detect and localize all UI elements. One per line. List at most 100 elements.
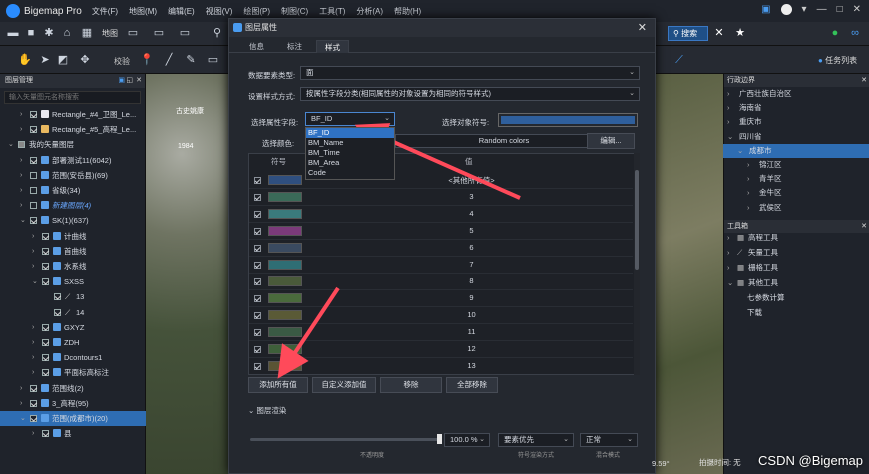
open-folder-icon[interactable]: ▬	[6, 26, 20, 40]
chevron-right-icon[interactable]: ›	[20, 107, 22, 122]
chevron-right-icon[interactable]: ›	[32, 244, 34, 259]
chevron-right-icon[interactable]: ›	[32, 426, 34, 441]
task-list-button[interactable]: ● 任务列表	[818, 55, 857, 66]
hand-icon[interactable]: ✋	[18, 53, 32, 67]
tile-icon[interactable]: ▭	[178, 26, 192, 40]
image-icon[interactable]: ▭	[152, 26, 166, 40]
table-row[interactable]: 3	[249, 189, 633, 206]
move-icon[interactable]: ✥	[78, 53, 92, 67]
layer-tree-item[interactable]: › 首曲线	[0, 244, 146, 259]
custom-add-button[interactable]: 自定义添加值	[312, 377, 376, 393]
home-icon[interactable]: ⌂	[60, 26, 74, 40]
chevron-right-icon[interactable]: ›	[20, 396, 22, 411]
toolbox-item[interactable]: › ⟋ 矢量工具	[723, 246, 869, 260]
table-row[interactable]: 8	[249, 273, 633, 291]
table-row[interactable]: 10	[249, 307, 633, 325]
layer-panel-float-icon[interactable]: ◱	[126, 74, 133, 88]
layer-visibility-checkbox[interactable]	[42, 323, 49, 331]
layer-tree-item[interactable]: › ZDH	[0, 335, 146, 350]
close-search-icon[interactable]: ✕	[712, 26, 726, 40]
layer-visibility-checkbox[interactable]	[30, 111, 37, 118]
chevron-right-icon[interactable]: ›	[32, 350, 34, 365]
row-checkbox[interactable]	[254, 346, 261, 353]
row-symbol-swatch[interactable]	[268, 225, 302, 236]
settings-icon[interactable]: ▾	[802, 4, 807, 15]
tab-label[interactable]: 标注	[279, 40, 310, 53]
layer-visibility-checkbox[interactable]	[42, 278, 49, 286]
layer-tree-item[interactable]: ⌄ 我的矢量图层	[0, 137, 146, 152]
layer-panel-close-icon[interactable]: ✕	[136, 74, 142, 88]
table-row[interactable]: 13	[249, 358, 633, 374]
layer-visibility-checkbox[interactable]	[30, 171, 37, 179]
menu-view[interactable]: 视图(V)	[206, 6, 233, 17]
row-checkbox[interactable]	[254, 295, 261, 303]
star-icon[interactable]: ★	[733, 26, 747, 40]
layer-tree-item[interactable]: ⟋ 13	[0, 289, 146, 304]
field-option[interactable]: BM_Name	[306, 138, 394, 148]
chevron-right-icon[interactable]: ›	[747, 201, 750, 215]
avatar[interactable]	[780, 4, 792, 15]
layer-visibility-checkbox[interactable]	[30, 217, 37, 225]
toolbox-item[interactable]: 下载	[723, 306, 869, 320]
layer-visibility-checkbox[interactable]	[30, 126, 37, 134]
grid-icon[interactable]: ▦	[80, 26, 94, 40]
field-option[interactable]: BF_ID	[306, 128, 394, 138]
menu-edit[interactable]: 编辑(E)	[168, 6, 195, 17]
tab-info[interactable]: 信息	[241, 40, 272, 53]
layer-tree-item[interactable]: ⟋ 14	[0, 305, 146, 320]
row-checkbox[interactable]	[254, 312, 261, 320]
row-symbol-swatch[interactable]	[268, 175, 302, 185]
marker-icon[interactable]: 📍	[140, 53, 154, 67]
remove-button[interactable]: 移除	[380, 377, 442, 393]
pointer-icon[interactable]: ➤	[38, 53, 52, 67]
layer-tree-item[interactable]: › 新建图层(4)	[0, 198, 146, 213]
chevron-down-icon[interactable]: ⌄	[8, 137, 14, 152]
layer-tree-item[interactable]: › GXYZ	[0, 320, 146, 335]
menu-tools[interactable]: 工具(T)	[319, 6, 345, 17]
chevron-right-icon[interactable]: ›	[727, 246, 730, 260]
layer-visibility-checkbox[interactable]	[30, 156, 37, 164]
table-row[interactable]: 9	[249, 290, 633, 308]
layer-tree-item[interactable]: ⌄ 范围(成都市)(20)	[0, 411, 146, 426]
map-label[interactable]: 地图	[102, 28, 118, 39]
layer-visibility-checkbox[interactable]	[54, 308, 61, 316]
chevron-right-icon[interactable]: ›	[32, 229, 34, 244]
chevron-down-icon[interactable]: ⌄	[20, 213, 26, 228]
row-symbol-swatch[interactable]	[268, 344, 302, 354]
menu-file[interactable]: 文件(F)	[92, 6, 118, 17]
chevron-right-icon[interactable]: ›	[727, 231, 730, 245]
layer-visibility-checkbox[interactable]	[42, 369, 49, 377]
menu-help[interactable]: 帮助(H)	[394, 6, 421, 17]
boundary-tree-item[interactable]: › 重庆市	[723, 115, 869, 129]
search-button[interactable]: ⚲ 搜索	[668, 26, 708, 41]
chevron-down-icon[interactable]: ⌄	[727, 130, 733, 144]
row-symbol-swatch[interactable]	[268, 360, 302, 371]
rectangle-icon[interactable]: ▭	[206, 53, 220, 67]
layer-tree-item[interactable]: ⌄ SXSS	[0, 274, 146, 289]
sync-icon[interactable]: ●	[828, 26, 842, 40]
color-select[interactable]: Random colors⌄	[395, 134, 608, 148]
dialog-close-icon[interactable]: ✕	[638, 19, 647, 37]
layer-tree-item[interactable]: › 计曲线	[0, 229, 146, 244]
boundary-tree-item[interactable]: › 金牛区	[723, 186, 869, 200]
edit-button[interactable]: 编辑...	[587, 133, 635, 149]
menu-analysis[interactable]: 分析(A)	[356, 6, 383, 17]
data-type-select[interactable]: 面 ⌄	[300, 66, 640, 80]
chevron-right-icon[interactable]: ›	[747, 186, 750, 200]
chevron-right-icon[interactable]: ›	[20, 122, 22, 137]
layer-icon[interactable]: ▭	[126, 26, 140, 40]
chevron-down-icon[interactable]: ⌄	[727, 276, 733, 290]
field-select[interactable]: BF_ID ⌄	[305, 112, 395, 126]
select-icon[interactable]: ◩	[56, 53, 70, 67]
remove-all-button[interactable]: 全部移除	[446, 377, 498, 393]
layer-group-checkbox[interactable]	[18, 141, 25, 149]
layer-tree-item[interactable]: › Rectangle_#5_高程_Le...	[0, 122, 146, 137]
layer-visibility-checkbox[interactable]	[42, 354, 49, 362]
layer-visibility-checkbox[interactable]	[54, 293, 61, 301]
row-symbol-swatch[interactable]	[268, 242, 302, 253]
row-symbol-swatch[interactable]	[268, 191, 302, 202]
menu-map[interactable]: 地图(M)	[129, 6, 157, 17]
layer-tree-item[interactable]: › 3_高程(95)	[0, 396, 146, 411]
render-section-header[interactable]: ⌄ 图层渲染	[248, 405, 286, 416]
boundary-tree-item[interactable]: › 广西壮族自治区	[723, 87, 869, 101]
